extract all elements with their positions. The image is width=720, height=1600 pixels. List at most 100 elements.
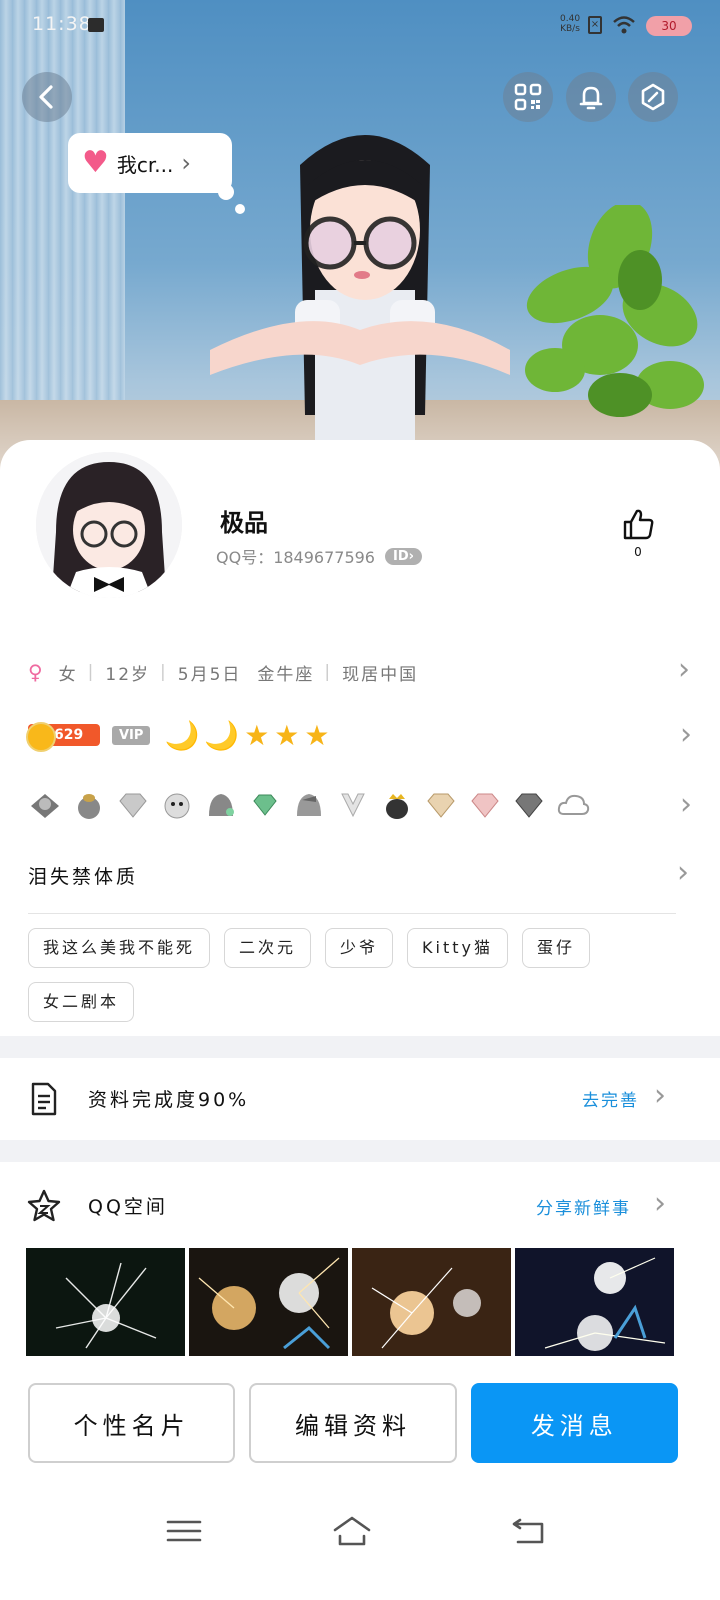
share-news-link[interactable]: 分享新鲜事 — [536, 1194, 631, 1219]
section-gap — [0, 1036, 720, 1058]
system-nav-bar — [0, 1490, 720, 1600]
qzone-star-icon — [27, 1189, 61, 1222]
qzone-photo[interactable] — [352, 1248, 511, 1356]
age-text: 12岁 — [105, 664, 151, 685]
tag-chip[interactable]: 蛋仔 — [522, 928, 591, 968]
tag-chip[interactable]: 女二剧本 — [28, 982, 135, 1022]
sim-icon: × — [588, 16, 602, 34]
menu-icon[interactable] — [164, 1514, 204, 1548]
tuxedo-badge-icon — [336, 790, 370, 820]
chevron-right-icon: › — [654, 1186, 666, 1221]
tag-chip[interactable]: 我这么美我不能死 — [28, 928, 211, 968]
cloud-badge-icon — [556, 790, 590, 820]
id-badge[interactable]: ID› — [385, 547, 422, 565]
qzone-photo-strip — [26, 1248, 676, 1356]
chevron-right-icon: › — [680, 717, 692, 752]
wifi-icon — [613, 16, 635, 34]
signature-row[interactable]: 泪失禁体质 › — [28, 855, 692, 895]
bubble-tail-dot — [235, 204, 245, 214]
diamond-badge-icon — [424, 790, 458, 820]
penguin-badge-icon — [160, 790, 194, 820]
qzone-row[interactable]: QQ空间 分享新鲜事 › — [0, 1164, 720, 1246]
completion-label: 资料完成度90% — [88, 1089, 250, 1111]
qzone-photo[interactable] — [515, 1248, 674, 1356]
diamond-badge-icon — [248, 790, 282, 820]
star-level-icon: ★ — [274, 718, 300, 752]
section-gap — [0, 1140, 720, 1162]
back-button[interactable] — [22, 72, 72, 122]
penguin-badge-icon — [204, 790, 238, 820]
network-speed: 0.40 KB/s — [560, 14, 580, 34]
status-bubble-text: 我cr... — [116, 152, 174, 177]
send-message-button[interactable]: 发消息 — [470, 1383, 678, 1463]
level-row[interactable]: 629 VIP 🌙 🌙 ★ ★ ★ › — [26, 715, 692, 755]
location-text: 现居中国 — [342, 664, 419, 685]
bubble-tail-dot — [218, 184, 234, 200]
chevron-right-icon: › — [181, 149, 191, 177]
like-button[interactable]: 0 — [618, 507, 658, 559]
diamond-badge-icon — [512, 790, 546, 820]
divider — [28, 913, 676, 914]
gender-text: 女 — [58, 664, 78, 685]
action-bar: 个性名片 编辑资料 发消息 — [28, 1383, 678, 1463]
level-coin-badge: 629 — [26, 722, 100, 752]
zodiac-text: 金牛座 — [257, 664, 315, 685]
qq-number: QQ号：1849677596 — [216, 548, 375, 567]
moon-level-icon: 🌙 — [164, 718, 200, 752]
back-nav-icon[interactable] — [510, 1514, 550, 1548]
penguin-badge-icon — [292, 790, 326, 820]
tag-chip[interactable]: Kitty猫 — [407, 928, 509, 968]
vip-badge: VIP — [112, 725, 151, 745]
qzone-photo[interactable] — [189, 1248, 348, 1356]
avatar-3d-character — [210, 135, 510, 445]
tag-chip[interactable]: 二次元 — [224, 928, 312, 968]
female-icon: ♀ — [28, 660, 45, 684]
profile-card-button[interactable]: 个性名片 — [28, 1383, 236, 1463]
curtain-backdrop — [0, 0, 125, 430]
network-speed-unit: KB/s — [560, 24, 580, 34]
tag-chip[interactable]: 少爷 — [325, 928, 394, 968]
chevron-right-icon: › — [677, 855, 692, 890]
network-speed-value: 0.40 — [560, 14, 581, 24]
qzone-photo[interactable] — [26, 1248, 185, 1356]
signature-text: 泪失禁体质 — [28, 865, 139, 888]
book-icon — [88, 18, 104, 32]
profile-completion-row[interactable]: 资料完成度90% 去完善 › — [0, 1058, 720, 1140]
status-time: 11:38 — [32, 13, 92, 35]
qr-code-icon — [514, 83, 542, 111]
complete-profile-link[interactable]: 去完善 — [582, 1086, 639, 1111]
notification-button[interactable] — [566, 72, 616, 122]
document-icon — [31, 1082, 57, 1116]
birthday-text: 5月5日 — [177, 664, 242, 685]
chevron-right-icon: › — [678, 652, 692, 687]
star-level-icon: ★ — [244, 718, 270, 752]
crown-penguin-badge-icon — [380, 790, 414, 820]
avatar[interactable] — [36, 452, 182, 598]
status-bubble[interactable]: ♥ 我cr... › — [68, 133, 232, 193]
avatar-image — [36, 452, 182, 598]
plant-illustration — [525, 205, 704, 417]
home-icon[interactable] — [332, 1514, 372, 1548]
thumbs-up-icon — [623, 509, 654, 540]
status-bar: 11:38 0.40 KB/s × 30 — [0, 0, 720, 50]
chevron-right-icon: › — [654, 1078, 666, 1113]
star-level-icon: ★ — [304, 718, 330, 752]
qr-code-button[interactable] — [503, 72, 553, 122]
qq-number-row[interactable]: QQ号：1849677596 ID› — [216, 544, 422, 568]
penguin-badge-icon — [28, 790, 62, 820]
settings-button[interactable] — [628, 72, 678, 122]
penguin-badge-icon — [72, 790, 106, 820]
battery-indicator: 30 — [646, 16, 692, 36]
moon-level-icon: 🌙 — [204, 718, 240, 752]
edit-profile-button[interactable]: 编辑资料 — [249, 1383, 457, 1463]
tag-list: 我这么美我不能死 二次元 少爷 Kitty猫 蛋仔 女二剧本 — [28, 928, 688, 1022]
back-arrow-icon — [39, 85, 53, 109]
bell-icon — [579, 86, 603, 110]
chevron-right-icon: › — [680, 787, 692, 822]
basic-info-row[interactable]: ♀ 女 | 12岁 | 5月5日 金牛座 | 现居中国 › — [28, 652, 692, 692]
badges-row[interactable]: › — [28, 785, 692, 825]
diamond-badge-icon — [116, 790, 150, 820]
heart-icon: ♥ — [82, 145, 109, 180]
qzone-label: QQ空间 — [88, 1196, 168, 1218]
nickname: 极品 — [220, 509, 268, 537]
